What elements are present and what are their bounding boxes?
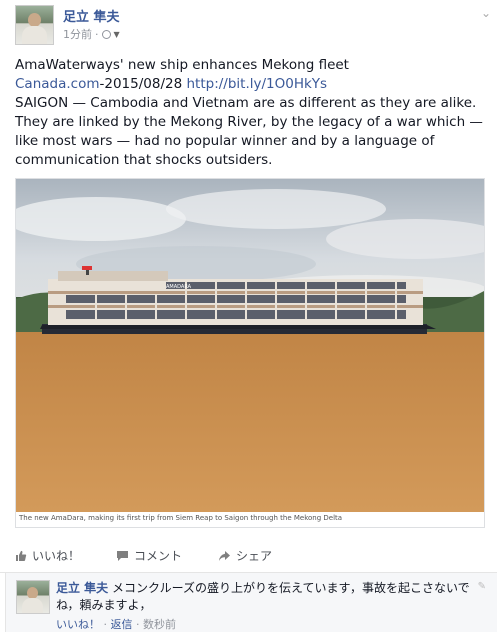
post-text: AmaWaterways' new ship enhances Mekong f… <box>15 56 485 170</box>
comment-dot-2: · <box>136 618 140 631</box>
share-button[interactable]: シェア <box>218 547 272 564</box>
feed-post: 足立 隼夫 1分前 · ▼ ⌄ AmaWaterways' new ship e… <box>0 0 497 632</box>
post-photo[interactable]: AMADARA The new AmaDara, making its firs… <box>15 178 485 528</box>
share-label: シェア <box>236 549 273 563</box>
comment-label: コメント <box>134 549 183 563</box>
ship-photo-image: AMADARA <box>16 179 484 512</box>
article-body: SAIGON — Cambodia and Vietnam are as dif… <box>15 95 483 168</box>
comment-actions: いいね！ · 返信 · 数秒前 <box>56 616 176 632</box>
comment-text: 足立 隼夫 メコンクルーズの盛り上がりを伝えています，事故を起こさないでね，頼み… <box>56 580 476 614</box>
post-meta: 1分前 · ▼ <box>63 26 120 42</box>
caret-down-icon[interactable]: ▼ <box>114 30 120 39</box>
article-source-line: Canada.com-2015/08/28 http://bit.ly/1O0H… <box>15 75 485 94</box>
comment-section: 足立 隼夫 メコンクルーズの盛り上がりを伝えています，事故を起こさないでね，頼み… <box>5 573 497 632</box>
short-url-link[interactable]: http://bit.ly/1O0HkYs <box>186 76 327 92</box>
post-time[interactable]: 1分前 <box>63 26 92 42</box>
meta-separator: · <box>95 27 99 41</box>
globe-icon[interactable] <box>101 29 111 39</box>
comment-avatar[interactable] <box>16 580 50 614</box>
like-button[interactable]: いいね！ <box>15 547 80 564</box>
comment-author[interactable]: 足立 隼夫 <box>56 581 108 595</box>
post-actions: いいね！ コメント シェア <box>15 547 308 564</box>
comment-dot-1: · <box>103 618 108 631</box>
comment-button[interactable]: コメント <box>116 547 182 564</box>
comment-body: メコンクルーズの盛り上がりを伝えています，事故を起こさないでね，頼みますよ， <box>56 581 470 612</box>
pencil-icon[interactable]: ✎ <box>478 581 486 592</box>
like-label: いいね！ <box>32 549 81 563</box>
article-title[interactable]: AmaWaterways' new ship enhances Mekong f… <box>15 56 485 75</box>
comment-time[interactable]: 数秒前 <box>143 618 176 631</box>
comment-like-link[interactable]: いいね！ <box>56 618 100 631</box>
article-date: -2015/08/28 <box>99 76 187 92</box>
source-link[interactable]: Canada.com <box>15 76 100 92</box>
share-icon <box>219 550 231 561</box>
thumbs-up-icon <box>16 550 27 561</box>
comment-reply-link[interactable]: 返信 <box>111 618 133 631</box>
chevron-down-icon[interactable]: ⌄ <box>481 6 491 20</box>
ship-name-text: AMADARA <box>166 284 192 290</box>
comment-icon <box>117 550 129 561</box>
photo-caption: The new AmaDara, making its first trip f… <box>19 514 343 522</box>
author-name[interactable]: 足立 隼夫 <box>63 6 120 25</box>
author-avatar[interactable] <box>15 5 54 45</box>
